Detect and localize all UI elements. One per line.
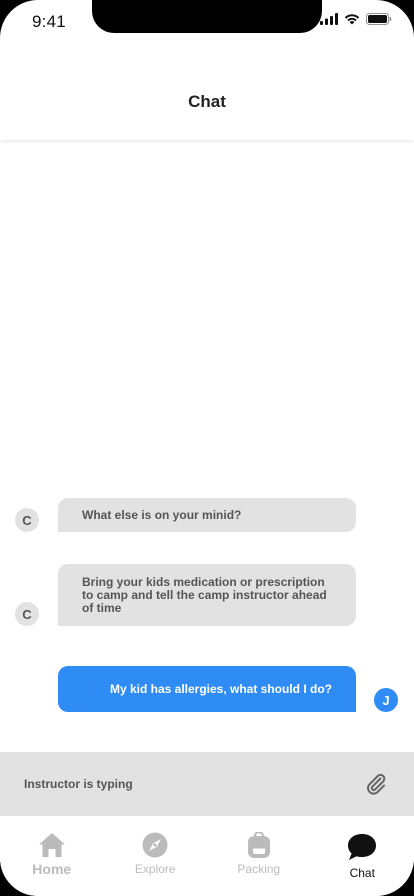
compass-icon <box>142 832 168 858</box>
avatar-instructor: C <box>15 508 39 532</box>
phone-screen: 9:41 Chat C What else is on your minid? … <box>0 0 414 896</box>
backpack-icon <box>247 832 270 858</box>
avatar-instructor: C <box>15 602 39 626</box>
message-text: Bring your kids medication or prescripti… <box>82 574 327 615</box>
tab-packing[interactable]: Packing <box>207 816 311 896</box>
battery-icon <box>366 13 392 25</box>
status-time: 9:41 <box>32 12 66 31</box>
tab-label: Home <box>32 861 72 877</box>
chat-bubble-icon <box>348 834 377 860</box>
tab-explore[interactable]: Explore <box>104 816 208 896</box>
typing-indicator-text: Instructor is typing <box>24 777 133 791</box>
avatar-user: J <box>374 688 398 712</box>
message-text: What else is on your minid? <box>82 507 242 522</box>
page-title: Chat <box>188 92 226 111</box>
message-bubble-instructor: What else is on your minid? <box>58 498 356 532</box>
status-icons <box>320 13 392 25</box>
notch <box>92 0 322 33</box>
tab-bar: Home Explore Packing Chat <box>0 816 414 896</box>
message-text: My kid has allergies, what should I do? <box>109 681 332 696</box>
message-bubble-user: My kid has allergies, what should I do? <box>58 666 356 712</box>
message-bubble-instructor: Bring your kids medication or prescripti… <box>58 564 356 626</box>
wifi-icon <box>344 14 360 25</box>
tab-home[interactable]: Home <box>0 816 104 896</box>
tab-label: Chat <box>349 866 375 880</box>
chat-header: Chat <box>0 64 414 140</box>
signal-icon <box>320 13 338 25</box>
tab-chat[interactable]: Chat <box>311 816 414 896</box>
home-icon <box>38 833 65 857</box>
typing-indicator-bar: Instructor is typing <box>0 752 414 816</box>
tab-label: Packing <box>237 862 281 876</box>
tab-label: Explore <box>134 862 176 876</box>
paperclip-icon[interactable] <box>364 772 388 796</box>
